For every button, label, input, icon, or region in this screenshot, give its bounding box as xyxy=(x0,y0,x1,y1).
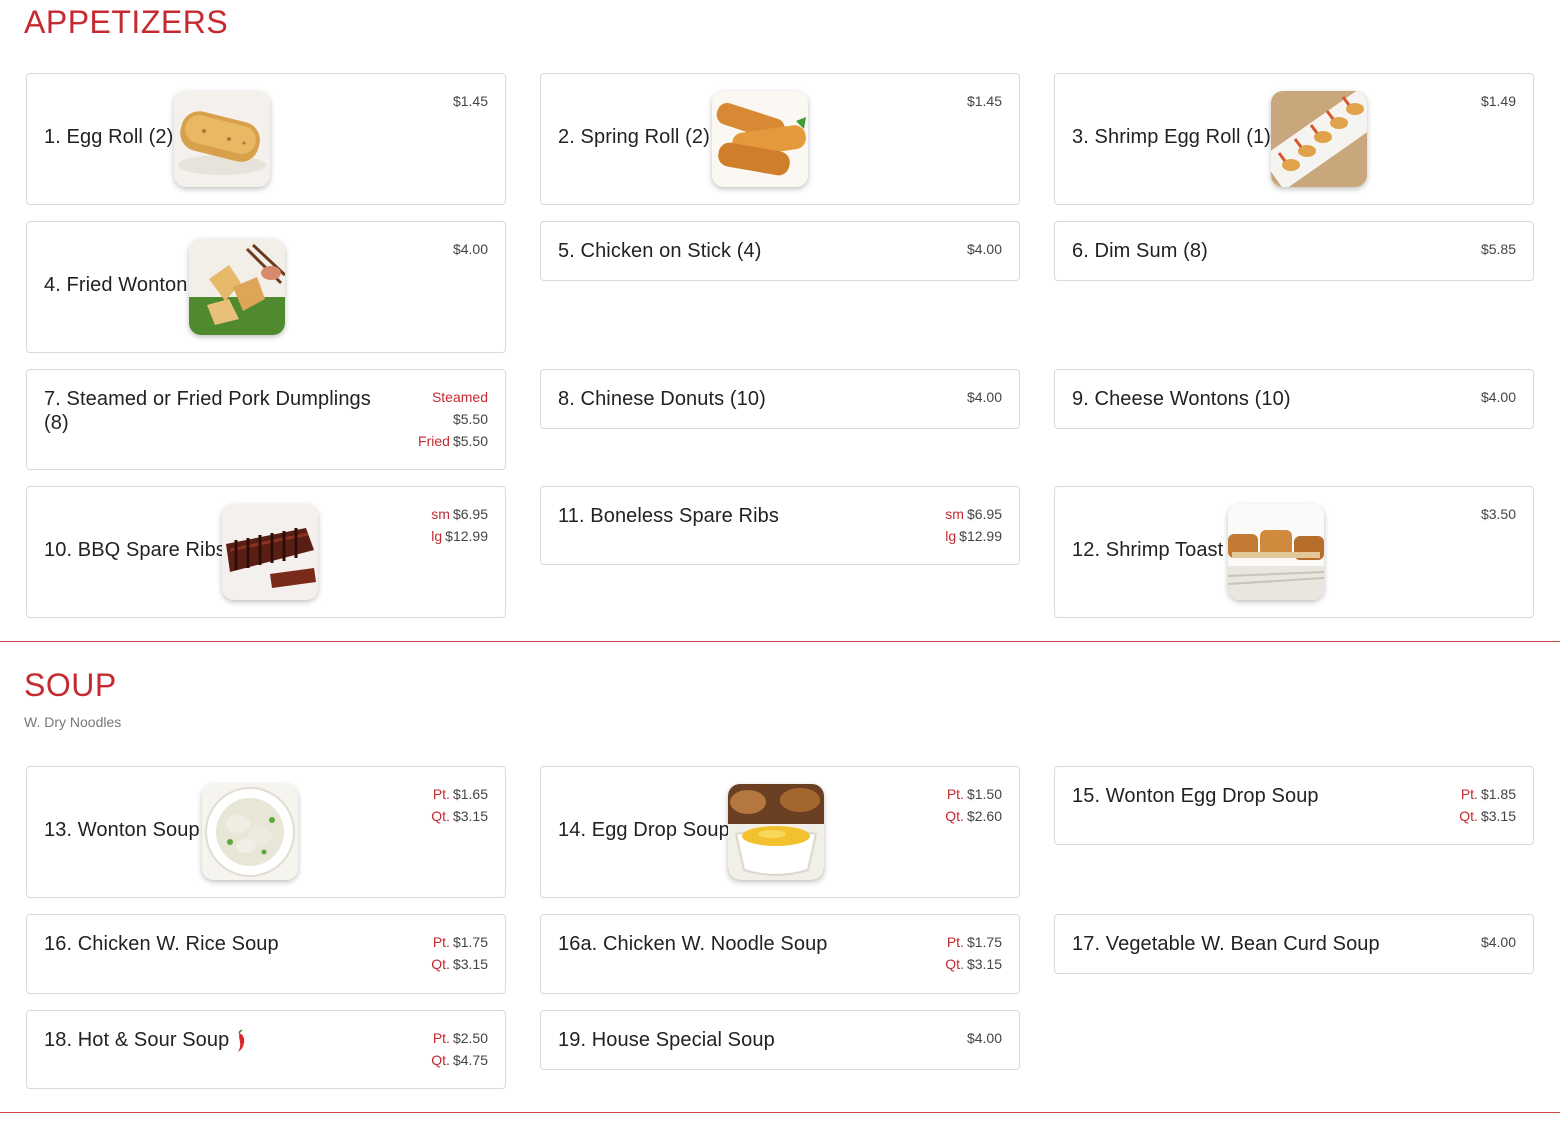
item-name: 5. Chicken on Stick (4) xyxy=(558,240,762,262)
menu-item-house-special-soup[interactable]: 19. House Special Soup $4.00 xyxy=(540,1010,1020,1070)
wonton-soup-photo xyxy=(202,784,298,880)
section-divider xyxy=(0,1112,1560,1113)
menu-item-chicken-on-stick[interactable]: 5. Chicken on Stick (4) $4.00 xyxy=(540,221,1020,281)
item-name: 17. Vegetable W. Bean Curd Soup xyxy=(1072,933,1380,955)
egg-drop-soup-photo xyxy=(728,784,824,880)
menu-item-bbq-spare-ribs[interactable]: 10. BBQ Spare Ribs sm $6.95 lg $12.99 xyxy=(26,486,506,618)
item-prices: $4.00 xyxy=(966,1030,1002,1046)
item-name: 16a. Chicken W. Noodle Soup xyxy=(558,933,828,955)
item-name: 2. Spring Roll (2) xyxy=(558,126,710,148)
menu-item-chinese-donuts[interactable]: 8. Chinese Donuts (10) $4.00 xyxy=(540,369,1020,429)
item-prices: $1.45 xyxy=(452,93,488,109)
item-name: 8. Chinese Donuts (10) xyxy=(558,388,766,410)
section-subtitle: W. Dry Noodles xyxy=(24,714,122,730)
item-name-wrap: 18. Hot & Sour Soup xyxy=(44,1028,247,1053)
item-prices: $4.00 xyxy=(966,389,1002,405)
item-prices: Pt. $2.50 Qt. $4.75 xyxy=(431,1030,488,1068)
item-prices: Pt. $1.50 Qt. $2.60 xyxy=(945,786,1002,824)
item-name: 11. Boneless Spare Ribs xyxy=(558,505,779,527)
shrimp-egg-roll-photo xyxy=(1271,91,1367,187)
item-name: 7. Steamed or Fried Pork Dumplings (8) xyxy=(44,388,371,434)
item-name: 12. Shrimp Toast xyxy=(1072,539,1224,561)
fried-wonton-photo xyxy=(189,239,285,335)
menu-item-cheese-wontons[interactable]: 9. Cheese Wontons (10) $4.00 xyxy=(1054,369,1534,429)
item-name: 15. Wonton Egg Drop Soup xyxy=(1072,785,1319,807)
item-name: 4. Fried Wonton xyxy=(44,274,188,296)
menu-item-hot-sour-soup[interactable]: 18. Hot & Sour Soup Pt. $2.50 Qt. $4.75 xyxy=(26,1010,506,1089)
menu-item-chicken-noodle-soup[interactable]: 16a. Chicken W. Noodle Soup Pt. $1.75 Qt.… xyxy=(540,914,1020,994)
item-prices: Pt. $1.75 Qt. $3.15 xyxy=(431,934,488,972)
section-divider xyxy=(0,641,1560,642)
menu-item-chicken-rice-soup[interactable]: 16. Chicken W. Rice Soup Pt. $1.75 Qt. $3.… xyxy=(26,914,506,994)
menu-item-wonton-soup[interactable]: 13. Wonton Soup Pt. $1.65 Qt. $3.15 xyxy=(26,766,506,898)
menu-item-egg-roll[interactable]: 1. Egg Roll (2) $1.45 xyxy=(26,73,506,205)
item-prices: Pt. $1.85 Qt. $3.15 xyxy=(1459,786,1516,824)
item-prices: Pt. $1.75 Qt. $3.15 xyxy=(945,934,1002,972)
egg-roll-photo xyxy=(174,91,270,187)
item-prices: sm $6.95 lg $12.99 xyxy=(945,506,1002,544)
item-name: 19. House Special Soup xyxy=(558,1029,775,1051)
item-name: 9. Cheese Wontons (10) xyxy=(1072,388,1291,410)
item-name: 6. Dim Sum (8) xyxy=(1072,240,1208,262)
item-name: 3. Shrimp Egg Roll (1) xyxy=(1072,126,1271,148)
menu-item-shrimp-egg-roll[interactable]: 3. Shrimp Egg Roll (1) $1.49 xyxy=(1054,73,1534,205)
item-name: 10. BBQ Spare Ribs xyxy=(44,539,226,561)
menu-item-vegetable-bean-curd-soup[interactable]: 17. Vegetable W. Bean Curd Soup $4.00 xyxy=(1054,914,1534,974)
item-name: 1. Egg Roll (2) xyxy=(44,126,174,148)
menu-item-boneless-spare-ribs[interactable]: 11. Boneless Spare Ribs sm $6.95 lg $12.99 xyxy=(540,486,1020,565)
item-prices: Steamed $5.50 Fried $5.50 xyxy=(418,389,488,449)
item-prices: $1.45 xyxy=(966,93,1002,109)
item-prices: $4.00 xyxy=(966,241,1002,257)
item-prices: $4.00 xyxy=(452,241,488,257)
item-name: 18. Hot & Sour Soup xyxy=(44,1029,230,1051)
menu-item-pork-dumplings[interactable]: 7. Steamed or Fried Pork Dumplings (8) S… xyxy=(26,369,506,470)
menu-item-spring-roll[interactable]: 2. Spring Roll (2) $1.45 xyxy=(540,73,1020,205)
menu-item-wonton-egg-drop-soup[interactable]: 15. Wonton Egg Drop Soup Pt. $1.85 Qt. $3.… xyxy=(1054,766,1534,845)
menu-item-fried-wonton[interactable]: 4. Fried Wonton $4.00 xyxy=(26,221,506,353)
section-title-appetizers: APPETIZERS xyxy=(24,4,229,40)
item-name: 16. Chicken W. Rice Soup xyxy=(44,933,279,955)
item-name: 13. Wonton Soup xyxy=(44,819,200,841)
menu-item-shrimp-toast[interactable]: 12. Shrimp Toast $3.50 xyxy=(1054,486,1534,618)
item-prices: $5.85 xyxy=(1480,241,1516,257)
menu-item-egg-drop-soup[interactable]: 14. Egg Drop Soup Pt. $1.50 Qt. $2.60 xyxy=(540,766,1020,898)
item-prices: $4.00 xyxy=(1480,389,1516,405)
item-prices: Pt. $1.65 Qt. $3.15 xyxy=(431,786,488,824)
item-name: 14. Egg Drop Soup xyxy=(558,819,730,841)
shrimp-toast-photo xyxy=(1228,504,1324,600)
item-prices: $1.49 xyxy=(1480,93,1516,109)
chili-pepper-icon xyxy=(233,1029,247,1053)
item-prices: $3.50 xyxy=(1480,506,1516,522)
bbq-spare-ribs-photo xyxy=(222,504,318,600)
item-prices: sm $6.95 lg $12.99 xyxy=(431,506,488,544)
section-title-soup: SOUP xyxy=(24,667,117,703)
menu-item-dim-sum[interactable]: 6. Dim Sum (8) $5.85 xyxy=(1054,221,1534,281)
spring-roll-photo xyxy=(712,91,808,187)
item-prices: $4.00 xyxy=(1480,934,1516,950)
